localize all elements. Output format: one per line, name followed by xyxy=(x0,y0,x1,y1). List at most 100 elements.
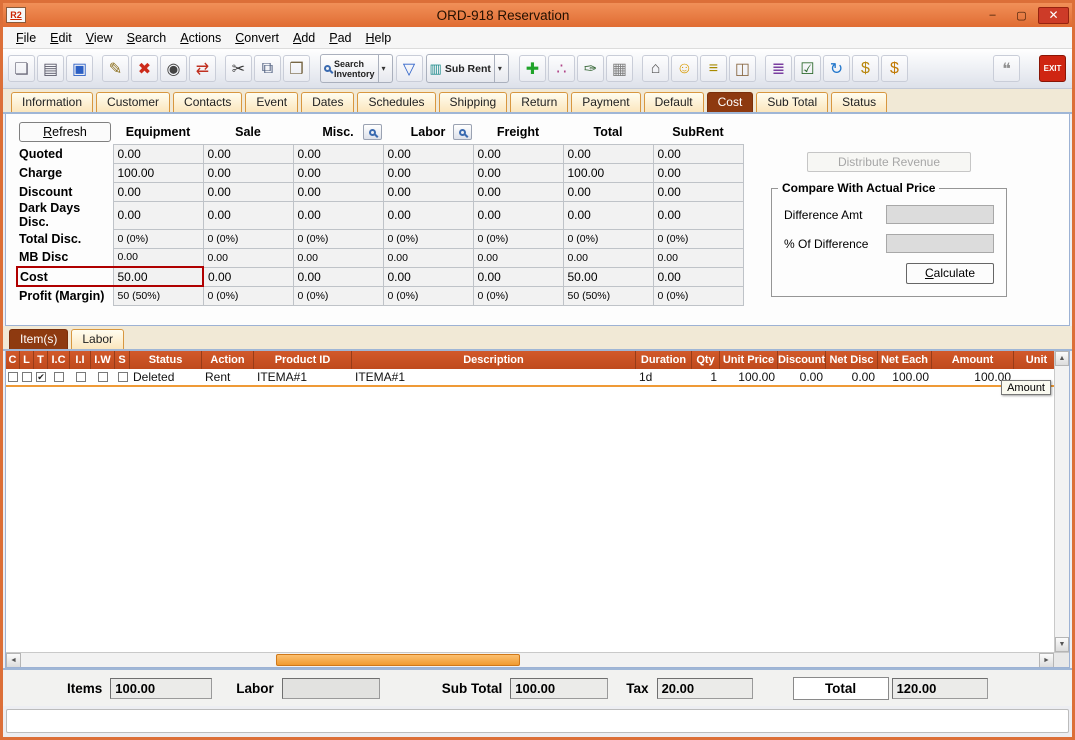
cost-cell[interactable]: 0.00 xyxy=(203,182,293,201)
book-stack-button[interactable]: ≣ xyxy=(765,55,792,82)
tab-information[interactable]: Information xyxy=(11,92,93,112)
cost-cell[interactable]: 0 (0%) xyxy=(653,229,743,248)
column-search-button[interactable] xyxy=(363,124,382,140)
menu-help[interactable]: Help xyxy=(359,29,399,47)
cost-cell[interactable]: 0 (0%) xyxy=(293,286,383,305)
cost-cell[interactable]: 0 (0%) xyxy=(653,286,743,305)
items-col-status[interactable]: Status xyxy=(130,351,202,369)
cost-cell[interactable]: 0.00 xyxy=(203,267,293,286)
cost-cell[interactable]: 0.00 xyxy=(563,144,653,163)
refresh-button[interactable]: Refresh xyxy=(19,122,111,142)
cost-cell[interactable]: 0 (0%) xyxy=(203,286,293,305)
horizontal-scroll-thumb[interactable] xyxy=(276,654,520,666)
cost-cell[interactable]: 0.00 xyxy=(203,163,293,182)
item-cell-l[interactable] xyxy=(20,369,34,385)
cost-cell[interactable]: 0.00 xyxy=(113,182,203,201)
calculate-button[interactable]: Calculate xyxy=(906,263,994,284)
items-col-t[interactable]: T xyxy=(34,351,48,369)
items-col-description[interactable]: Description xyxy=(352,351,636,369)
cut-button[interactable]: ✂ xyxy=(225,55,252,82)
tab-payment[interactable]: Payment xyxy=(571,92,640,112)
tab-shipping[interactable]: Shipping xyxy=(439,92,508,112)
checkbox-s[interactable] xyxy=(118,372,128,382)
items-col-i-i[interactable]: I.I xyxy=(70,351,91,369)
delete-button[interactable]: ✖ xyxy=(131,55,158,82)
cost-cell[interactable]: 0.00 xyxy=(293,144,383,163)
distribute-revenue-button[interactable]: Distribute Revenue xyxy=(807,152,971,172)
cost-cell[interactable]: 50.00 xyxy=(113,267,203,286)
cost-cell[interactable]: 0.00 xyxy=(113,248,203,267)
menu-edit[interactable]: Edit xyxy=(43,29,79,47)
exit-button[interactable]: EXIT xyxy=(1039,55,1066,82)
cost-cell[interactable]: 0 (0%) xyxy=(293,229,383,248)
cost-cell[interactable]: 0.00 xyxy=(293,248,383,267)
sync-dollar-button[interactable]: ↻ xyxy=(823,55,850,82)
cost-cell[interactable]: 0.00 xyxy=(563,201,653,229)
cost-cell[interactable]: 0.00 xyxy=(653,144,743,163)
comment-bubble-button[interactable]: ❝ xyxy=(993,55,1020,82)
form-edit-button[interactable]: ☑ xyxy=(794,55,821,82)
checkbox-l[interactable] xyxy=(22,372,32,382)
cost-cell[interactable]: 0.00 xyxy=(473,163,563,182)
menu-convert[interactable]: Convert xyxy=(228,29,286,47)
cost-cell[interactable]: 50.00 xyxy=(563,267,653,286)
new-document-button[interactable]: ❏ xyxy=(8,55,35,82)
detail-tab-item-s-[interactable]: Item(s) xyxy=(9,329,68,349)
add-item-button[interactable]: ✚ xyxy=(519,55,546,82)
sub-rent-dropdown[interactable]: ▾ xyxy=(494,55,505,82)
cost-cell[interactable]: 0.00 xyxy=(473,201,563,229)
grand-total-field[interactable]: 120.00 xyxy=(892,678,988,699)
cost-cell[interactable]: 0 (0%) xyxy=(563,229,653,248)
cost-cell[interactable]: 0 (0%) xyxy=(473,286,563,305)
horizontal-scroll-track[interactable] xyxy=(21,653,1039,667)
cost-cell[interactable]: 50 (50%) xyxy=(563,286,653,305)
cost-cell[interactable]: 0.00 xyxy=(293,163,383,182)
package-button[interactable]: ◫ xyxy=(729,55,756,82)
item-cell-i-c[interactable] xyxy=(48,369,70,385)
items-horizontal-scrollbar[interactable]: ◄ ► xyxy=(6,652,1069,667)
cost-cell[interactable]: 0 (0%) xyxy=(203,229,293,248)
cost-cell[interactable]: 0.00 xyxy=(563,182,653,201)
minimize-button[interactable]: – xyxy=(980,7,1005,24)
item-cell-t[interactable]: ✔ xyxy=(34,369,48,385)
cost-cell[interactable]: 0.00 xyxy=(473,144,563,163)
money-bag-button[interactable]: $ xyxy=(881,55,908,82)
tab-customer[interactable]: Customer xyxy=(96,92,170,112)
cost-cell[interactable]: 100.00 xyxy=(113,163,203,182)
search-inventory-dropdown[interactable]: ▾ xyxy=(378,55,389,82)
note-edit-button[interactable]: ✑ xyxy=(577,55,604,82)
cost-cell[interactable]: 0.00 xyxy=(383,144,473,163)
items-col-i-w[interactable]: I.W xyxy=(91,351,115,369)
column-search-button[interactable] xyxy=(453,124,472,140)
menu-add[interactable]: Add xyxy=(286,29,322,47)
items-col-net-disc[interactable]: Net Disc xyxy=(826,351,878,369)
cost-cell[interactable]: 0.00 xyxy=(383,201,473,229)
items-col-product-id[interactable]: Product ID xyxy=(254,351,352,369)
item-cell-i-w[interactable] xyxy=(91,369,115,385)
checkbox-i-i[interactable] xyxy=(76,372,86,382)
cost-cell[interactable]: 0 (0%) xyxy=(113,229,203,248)
scroll-left-button[interactable]: ◄ xyxy=(6,653,21,668)
cost-cell[interactable]: 0.00 xyxy=(293,267,383,286)
cost-cell[interactable]: 0.00 xyxy=(473,267,563,286)
cost-cell[interactable]: 0.00 xyxy=(293,182,383,201)
items-col-c[interactable]: C xyxy=(6,351,20,369)
cost-cell[interactable]: 0.00 xyxy=(473,182,563,201)
cost-cell[interactable]: 0.00 xyxy=(293,201,383,229)
scroll-down-button[interactable]: ▼ xyxy=(1055,637,1069,652)
items-total-field[interactable]: 100.00 xyxy=(110,678,212,699)
cost-cell[interactable]: 0.00 xyxy=(473,248,563,267)
items-col-s[interactable]: S xyxy=(115,351,130,369)
filter-funnel-button[interactable]: ▽ xyxy=(396,55,423,82)
fax-button[interactable]: ⌂ xyxy=(642,55,669,82)
find-binoculars-button[interactable]: ◉ xyxy=(160,55,187,82)
cost-cell[interactable]: 0.00 xyxy=(563,248,653,267)
detail-tab-labor[interactable]: Labor xyxy=(71,329,124,349)
cost-cell[interactable]: 100.00 xyxy=(563,163,653,182)
cost-cell[interactable]: 0.00 xyxy=(383,163,473,182)
coins-button[interactable]: $ xyxy=(852,55,879,82)
search-inventory-button[interactable]: SearchInventory▾ xyxy=(320,54,393,83)
maximize-button[interactable]: ▢ xyxy=(1009,7,1034,24)
cost-cell[interactable]: 0 (0%) xyxy=(383,286,473,305)
menu-file[interactable]: File xyxy=(9,29,43,47)
